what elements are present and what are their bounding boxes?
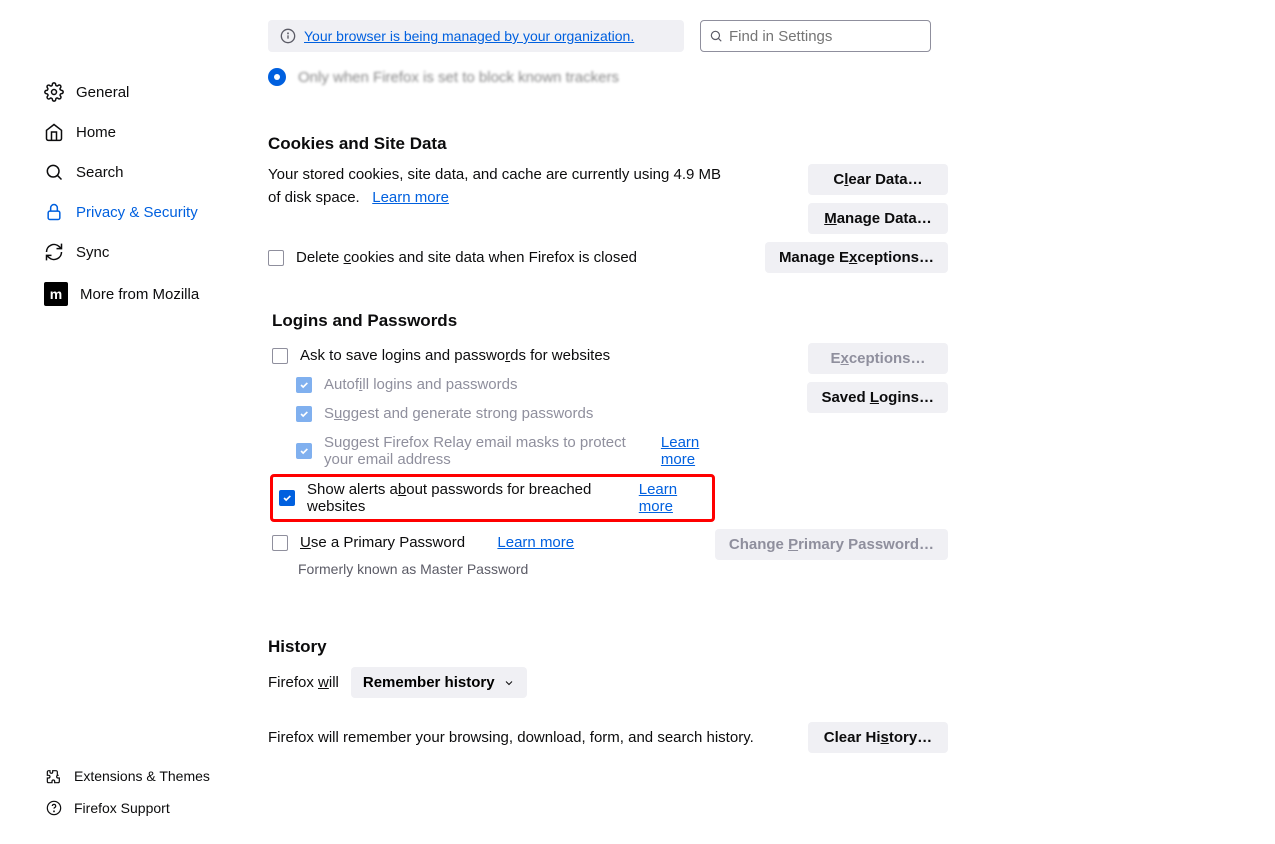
sidebar-item-label: General [76, 84, 129, 101]
sidebar-item-label: Sync [76, 244, 109, 261]
primary-learn-link[interactable]: Learn more [497, 534, 574, 551]
sidebar-item-label: Home [76, 124, 116, 141]
sidebar-item-label: Privacy & Security [76, 204, 198, 221]
manage-data-button[interactable]: Manage Data… [808, 203, 948, 234]
sidebar-item-label: Search [76, 164, 124, 181]
history-mode-select[interactable]: Remember history [351, 667, 527, 698]
relay-label: Suggest Firefox Relay email masks to pro… [324, 434, 629, 468]
sidebar-item-privacy[interactable]: Privacy & Security [0, 192, 248, 232]
cookies-learn-link[interactable]: Learn more [372, 189, 449, 206]
breach-label: Show alerts about passwords for breached… [307, 481, 611, 515]
checkbox-unchecked-icon[interactable] [268, 250, 284, 266]
sidebar-item-home[interactable]: Home [0, 112, 248, 152]
checkbox-checked-icon [296, 377, 312, 393]
org-banner-link[interactable]: Your browser is being managed by your or… [304, 28, 634, 44]
search-icon [709, 29, 723, 43]
radio-selected-icon[interactable] [268, 68, 286, 86]
history-heading: History [268, 637, 948, 657]
breach-highlight: Show alerts about passwords for breached… [270, 474, 715, 522]
manage-exceptions-button[interactable]: Manage Exceptions… [765, 242, 948, 273]
history-desc: Firefox will remember your browsing, dow… [268, 729, 754, 746]
bottom-link-label: Extensions & Themes [74, 768, 210, 784]
cookies-section: Cookies and Site Data Your stored cookie… [268, 134, 948, 273]
sidebar-item-mozilla[interactable]: m More from Mozilla [0, 272, 248, 316]
suggest-label: Suggest and generate strong passwords [324, 405, 593, 422]
mozilla-icon: m [44, 282, 68, 306]
delete-cookies-row[interactable]: Delete cookies and site data when Firefo… [268, 243, 637, 272]
sidebar-item-search[interactable]: Search [0, 152, 248, 192]
puzzle-icon [46, 768, 62, 784]
cookies-heading: Cookies and Site Data [268, 134, 948, 154]
org-banner: Your browser is being managed by your or… [268, 20, 684, 52]
primary-pw-label: Use a Primary Password [300, 534, 465, 551]
sidebar-item-label: More from Mozilla [80, 286, 199, 303]
history-label: Firefox will [268, 674, 339, 691]
checkbox-checked-icon [296, 443, 312, 459]
chevron-down-icon [503, 677, 515, 689]
formerly-text: Formerly known as Master Password [272, 561, 715, 577]
breach-learn-link[interactable]: Learn more [639, 481, 706, 515]
primary-pw-row[interactable]: Use a Primary Password Learn more [272, 528, 715, 557]
history-section: History Firefox will Remember history Fi… [268, 637, 948, 753]
change-primary-button: Change Primary Password… [715, 529, 948, 560]
saved-logins-button[interactable]: Saved Logins… [807, 382, 948, 413]
info-icon [280, 28, 296, 44]
extensions-link[interactable]: Extensions & Themes [0, 760, 248, 792]
autofill-row: Autofill logins and passwords [272, 370, 715, 399]
settings-main: Your browser is being managed by your or… [248, 0, 1275, 844]
relay-row: Suggest Firefox Relay email masks to pro… [272, 428, 715, 474]
checkbox-checked-icon[interactable] [279, 490, 295, 506]
settings-sidebar: General Home Search Privacy & Security [0, 0, 248, 844]
checkbox-checked-icon [296, 406, 312, 422]
logins-heading: Logins and Passwords [268, 311, 948, 331]
sync-icon [44, 242, 64, 262]
home-icon [44, 122, 64, 142]
relay-learn-link[interactable]: Learn more [661, 434, 715, 468]
clear-history-button[interactable]: Clear History… [808, 722, 948, 753]
lock-icon [44, 202, 64, 222]
checkbox-unchecked-icon[interactable] [272, 535, 288, 551]
logins-exceptions-button: Exceptions… [808, 343, 948, 374]
clear-data-button[interactable]: Clear Data… [808, 164, 948, 195]
autofill-label: Autofill logins and passwords [324, 376, 517, 393]
cutoff-radio-row: Only when Firefox is set to block known … [268, 60, 948, 96]
suggest-row: Suggest and generate strong passwords [272, 399, 715, 428]
cookies-desc: Your stored cookies, site data, and cach… [268, 164, 728, 209]
search-input[interactable] [729, 28, 922, 45]
search-icon [44, 162, 64, 182]
sidebar-item-general[interactable]: General [0, 72, 248, 112]
delete-cookies-label: Delete cookies and site data when Firefo… [296, 249, 637, 266]
checkbox-unchecked-icon[interactable] [272, 348, 288, 364]
support-link[interactable]: Firefox Support [0, 792, 248, 824]
ask-save-label: Ask to save logins and passwords for web… [300, 347, 610, 364]
bottom-link-label: Firefox Support [74, 800, 170, 816]
ask-save-row[interactable]: Ask to save logins and passwords for web… [272, 341, 715, 370]
logins-section: Logins and Passwords Ask to save logins … [268, 311, 948, 577]
search-settings[interactable] [700, 20, 931, 52]
gear-icon [44, 82, 64, 102]
sidebar-item-sync[interactable]: Sync [0, 232, 248, 272]
cutoff-label: Only when Firefox is set to block known … [298, 69, 619, 86]
help-icon [46, 800, 62, 816]
